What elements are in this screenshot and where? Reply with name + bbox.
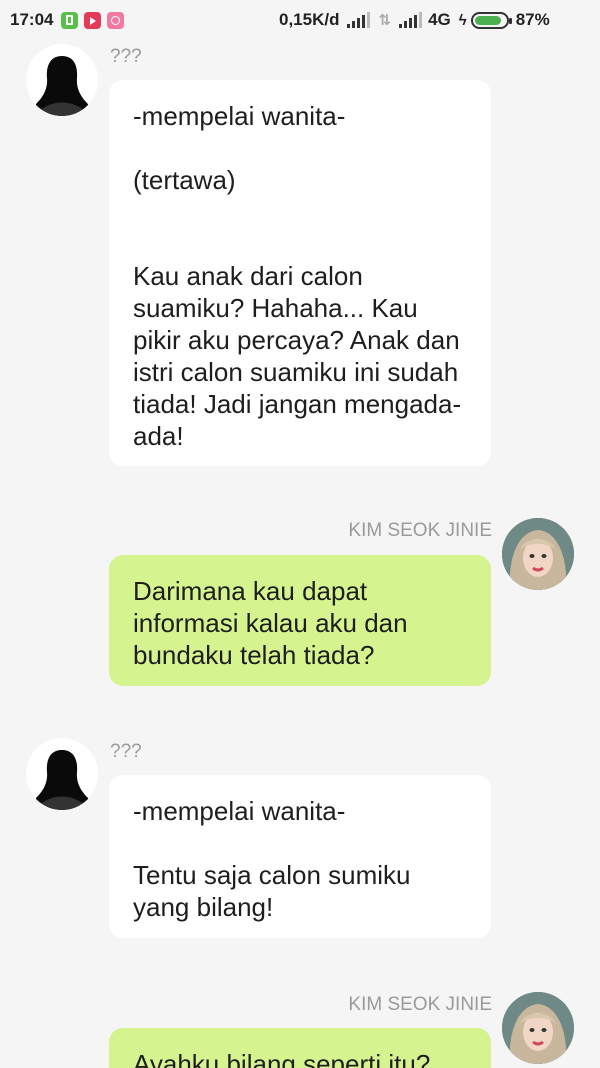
battery-fill xyxy=(474,15,501,25)
battery-icon xyxy=(470,11,512,29)
sender-avatar[interactable] xyxy=(26,738,98,810)
battery-percent: 87% xyxy=(515,10,550,29)
profile-photo xyxy=(502,518,574,590)
clipboard-app-icon xyxy=(61,11,79,29)
music-app-icon xyxy=(107,11,125,29)
data-transfer-icon: ⇅ xyxy=(378,12,392,29)
sender-name: ??? xyxy=(110,741,142,762)
sender-name: KIM SEOK JINIE xyxy=(348,520,492,541)
signal-icon xyxy=(347,12,371,28)
video-app-icon xyxy=(84,11,102,29)
user-avatar[interactable] xyxy=(502,518,574,590)
network-speed: 0,15K/d xyxy=(279,10,340,29)
charging-icon: ϟ xyxy=(458,11,467,29)
message-bubble[interactable]: -mempelai wanita- (tertawa) Kau anak dar… xyxy=(109,80,491,466)
silhouette-icon xyxy=(36,56,88,116)
message-bubble[interactable]: Ayahku bilang seperti itu? xyxy=(109,1028,491,1068)
silhouette-icon xyxy=(36,750,88,810)
signal-icon-2 xyxy=(399,12,423,28)
network-type: 4G xyxy=(428,10,451,29)
profile-photo xyxy=(502,992,574,1064)
sender-avatar[interactable] xyxy=(26,44,98,116)
sender-name: KIM SEOK JINIE xyxy=(348,994,492,1015)
user-avatar[interactable] xyxy=(502,992,574,1064)
status-time: 17:04 xyxy=(10,10,54,29)
sender-name: ??? xyxy=(110,46,142,67)
message-bubble[interactable]: Darimana kau dapat informasi kalau aku d… xyxy=(109,555,491,686)
status-bar: 17:04 0,15K/d ⇅ 4G ϟ 87% xyxy=(0,0,600,40)
message-bubble[interactable]: -mempelai wanita- Tentu saja calon sumik… xyxy=(109,775,491,938)
